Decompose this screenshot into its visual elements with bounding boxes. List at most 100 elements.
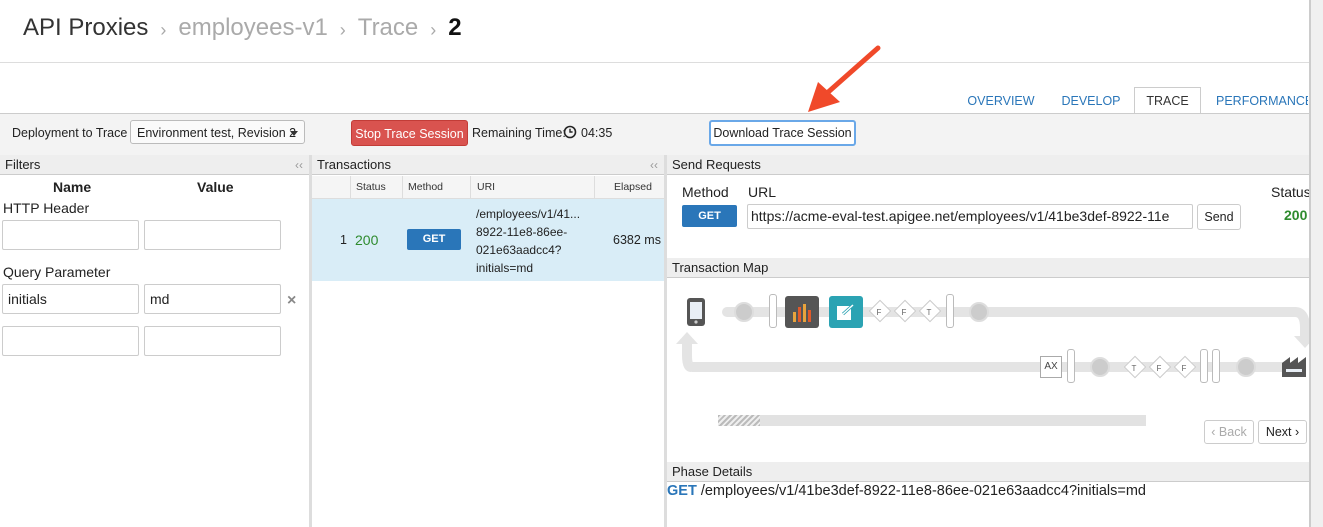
tab-performance[interactable]: PERFORMANCE — [1208, 88, 1308, 113]
timeline-scrubber[interactable] — [718, 415, 1146, 426]
flow-node[interactable] — [1090, 357, 1110, 377]
collapse-icon[interactable]: ‹‹ — [650, 155, 658, 175]
url-input[interactable]: https://acme-eval-test.apigee.net/employ… — [747, 204, 1193, 229]
deployment-select[interactable]: Environment test, Revision 2 — [130, 120, 305, 144]
flow-node[interactable] — [969, 302, 989, 322]
breadcrumb-current: 2 — [448, 14, 462, 41]
flow-bar[interactable] — [1200, 349, 1208, 383]
flag-letter: F — [1156, 364, 1162, 373]
row-index: 1 — [340, 233, 347, 247]
collapse-icon[interactable]: ‹‹ — [295, 155, 303, 175]
row-uri-line: 8922-11e8-86ee- — [476, 225, 568, 239]
chevron-left-icon: ‹ — [1211, 425, 1216, 439]
next-button[interactable]: Next › — [1258, 420, 1307, 444]
row-uri-line: 021e63aadcc4? — [476, 243, 562, 257]
http-header-name-input[interactable] — [2, 220, 139, 250]
remove-filter-icon[interactable]: × — [287, 292, 296, 310]
flag-letter: F — [901, 308, 907, 317]
column-status: Status — [356, 181, 386, 193]
deployment-select-value: Environment test, Revision 2 — [137, 126, 297, 140]
query-parameter-label: Query Parameter — [3, 264, 111, 280]
back-button[interactable]: ‹ Back — [1204, 420, 1254, 444]
phase-details-title: Phase Details — [672, 464, 753, 479]
phase-path: /employees/v1/41be3def-8922-11e8-86ee-02… — [700, 483, 1146, 499]
query-param-name-input-empty[interactable] — [2, 326, 139, 356]
query-param-name-input[interactable]: initials — [2, 284, 139, 314]
stop-trace-session-button[interactable]: Stop Trace Session — [351, 120, 468, 146]
flow-bar[interactable] — [769, 294, 777, 328]
transactions-panel-header: Transactions ‹‹ — [312, 155, 664, 175]
share-policy-icon[interactable] — [829, 296, 863, 328]
remaining-time-value: 04:35 — [581, 126, 613, 140]
send-requests-header: Send Requests — [667, 155, 1309, 175]
flag-letter: T — [926, 308, 932, 317]
breadcrumb-separator: › — [160, 19, 167, 40]
tab-trace[interactable]: TRACE — [1134, 87, 1201, 115]
flow-bar[interactable] — [1067, 349, 1075, 383]
column-elapsed: Elapsed — [614, 181, 652, 193]
breadcrumb-api-proxies[interactable]: API Proxies — [23, 14, 148, 42]
remaining-time-label: Remaining Time: — [472, 126, 566, 140]
row-status: 200 — [355, 232, 379, 248]
chevron-down-icon — [290, 131, 298, 136]
client-phone-icon[interactable] — [686, 297, 706, 327]
status-value: 200 — [1284, 207, 1308, 223]
backend-factory-icon[interactable] — [1282, 353, 1309, 377]
phase-method: GET — [667, 483, 697, 499]
table-row[interactable]: 1 200 GET /employees/v1/41... 8922-11e8-… — [312, 199, 664, 281]
column-divider — [470, 176, 471, 198]
ax-policy-icon[interactable]: AX — [1040, 356, 1062, 378]
row-method-badge: GET — [407, 229, 461, 250]
breadcrumb: API Proxies › employees-v1 › Trace › 2 — [23, 12, 462, 44]
row-uri: /employees/v1/41... 8922-11e8-86ee- 021e… — [476, 205, 580, 277]
column-method: Method — [408, 181, 444, 193]
breadcrumb-proxy[interactable]: employees-v1 — [178, 14, 327, 42]
row-uri-line: initials=md — [476, 261, 534, 275]
next-label: Next — [1265, 425, 1292, 439]
transactions-title: Transactions — [317, 157, 391, 172]
send-button[interactable]: Send — [1197, 204, 1241, 230]
filters-value-header: Value — [197, 179, 234, 195]
chevron-right-icon: › — [1295, 425, 1300, 439]
flow-bar[interactable] — [946, 294, 954, 328]
send-requests-title: Send Requests — [672, 157, 761, 172]
column-uri: URI — [477, 181, 496, 193]
query-param-value-input-empty[interactable] — [144, 326, 281, 356]
flag-letter: T — [1131, 364, 1137, 373]
breadcrumb-separator: › — [339, 19, 346, 40]
flag-letter: F — [876, 308, 882, 317]
column-divider — [594, 176, 595, 198]
method-label: Method — [682, 184, 729, 200]
column-divider — [402, 176, 403, 198]
column-divider — [350, 176, 351, 198]
url-label: URL — [748, 184, 777, 200]
timeline-handle[interactable] — [718, 415, 760, 426]
http-header-label: HTTP Header — [3, 200, 90, 216]
transaction-map-header: Transaction Map — [667, 258, 1309, 278]
status-label: Status — [1271, 184, 1309, 200]
back-label: Back — [1218, 425, 1247, 439]
analytics-policy-icon[interactable] — [785, 296, 819, 328]
row-uri-line: /employees/v1/41... — [476, 207, 581, 221]
deployment-label: Deployment to Trace — [12, 126, 128, 140]
tab-overview[interactable]: OVERVIEW — [960, 88, 1042, 113]
phase-details-header: Phase Details — [667, 462, 1309, 482]
http-header-value-input[interactable] — [144, 220, 281, 250]
query-param-value-input[interactable]: md — [144, 284, 281, 314]
breadcrumb-separator: › — [430, 19, 437, 40]
download-trace-session-button[interactable]: Download Trace Session — [709, 120, 856, 146]
method-get-button[interactable]: GET — [682, 205, 737, 227]
filters-title: Filters — [5, 157, 41, 172]
filters-name-header: Name — [53, 179, 92, 195]
header-divider — [0, 62, 1309, 63]
breadcrumb-trace[interactable]: Trace — [358, 14, 418, 42]
transactions-table-header: Status Method URI Elapsed — [312, 176, 664, 199]
filters-panel-header: Filters ‹‹ — [0, 155, 309, 175]
flow-node[interactable] — [734, 302, 754, 322]
transaction-map-title: Transaction Map — [672, 260, 769, 275]
tab-develop[interactable]: DEVELOP — [1053, 88, 1129, 113]
flow-bar[interactable] — [1212, 349, 1220, 383]
flag-letter: F — [1181, 364, 1187, 373]
flow-node[interactable] — [1236, 357, 1256, 377]
clock-icon — [563, 125, 577, 139]
